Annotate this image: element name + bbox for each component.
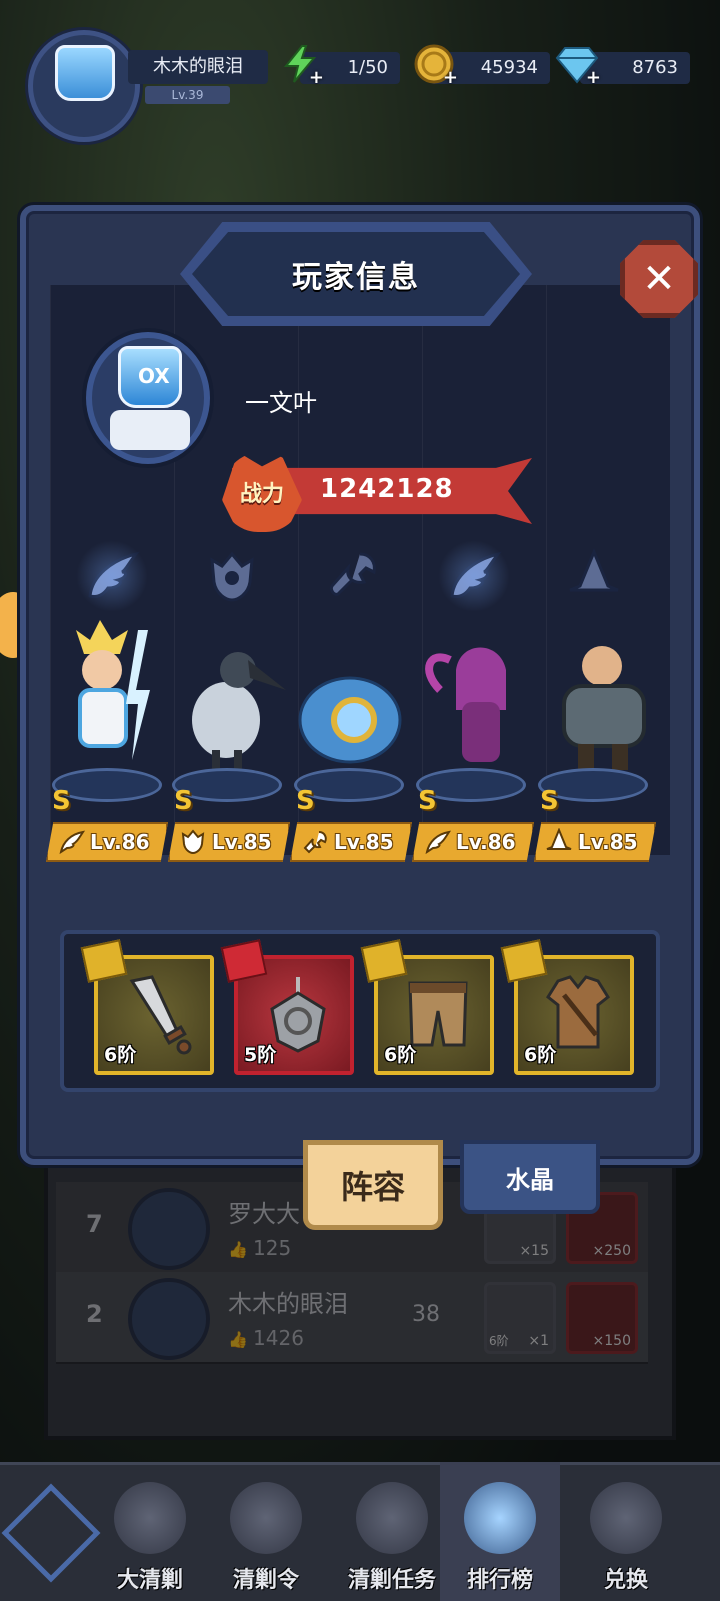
hero-level-plate: Lv.85 [290, 822, 412, 862]
beast-icon [196, 540, 268, 612]
equipment-slot[interactable]: 5阶 [220, 939, 354, 1075]
nav-item-exchange[interactable]: 兑换 [566, 1462, 686, 1601]
tab-crystal-label: 水晶 [506, 1165, 554, 1194]
wizard-hat-icon [542, 825, 576, 859]
hero-level-plate: Lv.86 [46, 822, 168, 862]
hero-level: Lv.85 [578, 830, 638, 854]
gift-icon [590, 1482, 662, 1554]
nav-label: 兑换 [603, 1568, 648, 1593]
title-plate-inner: 玩家信息 [192, 232, 520, 316]
nav-label: 排行榜 [466, 1568, 533, 1593]
hero-figure[interactable] [168, 630, 286, 780]
equipment-tier: 5阶 [244, 1044, 277, 1066]
power-value: 1242128 [320, 474, 454, 504]
hero-figure[interactable] [40, 620, 158, 770]
equipment-tier: 6阶 [384, 1044, 417, 1066]
wrench-icon [298, 825, 332, 859]
equipment-tier: 6阶 [524, 1044, 557, 1066]
nav-label: 大清剿 [116, 1568, 183, 1593]
tab-lineup[interactable]: 阵容 [303, 1140, 443, 1230]
hero-level-plate: Lv.86 [412, 822, 534, 862]
scroll-icon [356, 1482, 428, 1554]
wing-icon [54, 825, 88, 859]
diamond-icon[interactable]: + [555, 42, 601, 88]
nav-label: 清剿令 [232, 1568, 299, 1593]
player-level: Lv.39 [145, 86, 230, 104]
grade-badge: S [174, 786, 193, 816]
dialog-title: 玩家信息 [292, 260, 420, 295]
tab-crystal[interactable]: 水晶 [460, 1140, 600, 1214]
hero-level: Lv.86 [90, 830, 150, 854]
player-avatar: OX [86, 332, 210, 464]
beast-icon [176, 825, 210, 859]
equipment-tier: 6阶 [104, 1044, 137, 1066]
flower-icon [114, 1482, 186, 1554]
close-button[interactable]: ✕ [620, 240, 698, 318]
hero-figure[interactable] [420, 630, 538, 780]
wrench-icon [316, 540, 388, 612]
hero-level: Lv.85 [334, 830, 394, 854]
nav-item-sweep-order[interactable]: 清剿令 [206, 1462, 326, 1601]
hero-level: Lv.85 [212, 830, 272, 854]
hero-figure[interactable] [542, 626, 660, 776]
grade-badge: S [418, 786, 437, 816]
grade-badge: S [540, 786, 559, 816]
close-icon: ✕ [642, 256, 676, 302]
ticket-icon [230, 1482, 302, 1554]
hero-level-plate: Lv.85 [534, 822, 656, 862]
energy-icon[interactable]: + [278, 42, 324, 88]
hero-level-plate: Lv.85 [168, 822, 290, 862]
rarity-wing-icon [80, 939, 128, 983]
equipment-slot[interactable]: 6阶 [500, 939, 634, 1075]
status-bar: 木木的眼泪 Lv.39 1/50 + 45934 + 8763 + [0, 0, 720, 150]
nav-item-leaderboard[interactable]: 排行榜 [440, 1462, 560, 1601]
wing-icon [420, 825, 454, 859]
wing-icon [76, 540, 148, 612]
rarity-wing-icon [220, 939, 268, 983]
rarity-wing-icon [500, 939, 548, 983]
trophy-icon [464, 1482, 536, 1554]
gold-coin-icon[interactable]: + [412, 42, 458, 88]
nav-item-sweep[interactable]: 大清剿 [90, 1462, 210, 1601]
player-name: 一文叶 [245, 389, 317, 417]
equipment-slot[interactable]: 6阶 [360, 939, 494, 1075]
grade-badge: S [296, 786, 315, 816]
tab-lineup-label: 阵容 [340, 1168, 405, 1206]
hero-level: Lv.86 [456, 830, 516, 854]
top-player-name: 木木的眼泪 [128, 50, 268, 84]
wizard-hat-icon [558, 540, 630, 612]
wing-icon [438, 540, 510, 612]
equipment-slot[interactable]: 6阶 [80, 939, 214, 1075]
rarity-wing-icon [360, 939, 408, 983]
avatar[interactable] [28, 30, 140, 142]
power-label: 战力 [239, 482, 284, 507]
grade-badge: S [52, 786, 71, 816]
